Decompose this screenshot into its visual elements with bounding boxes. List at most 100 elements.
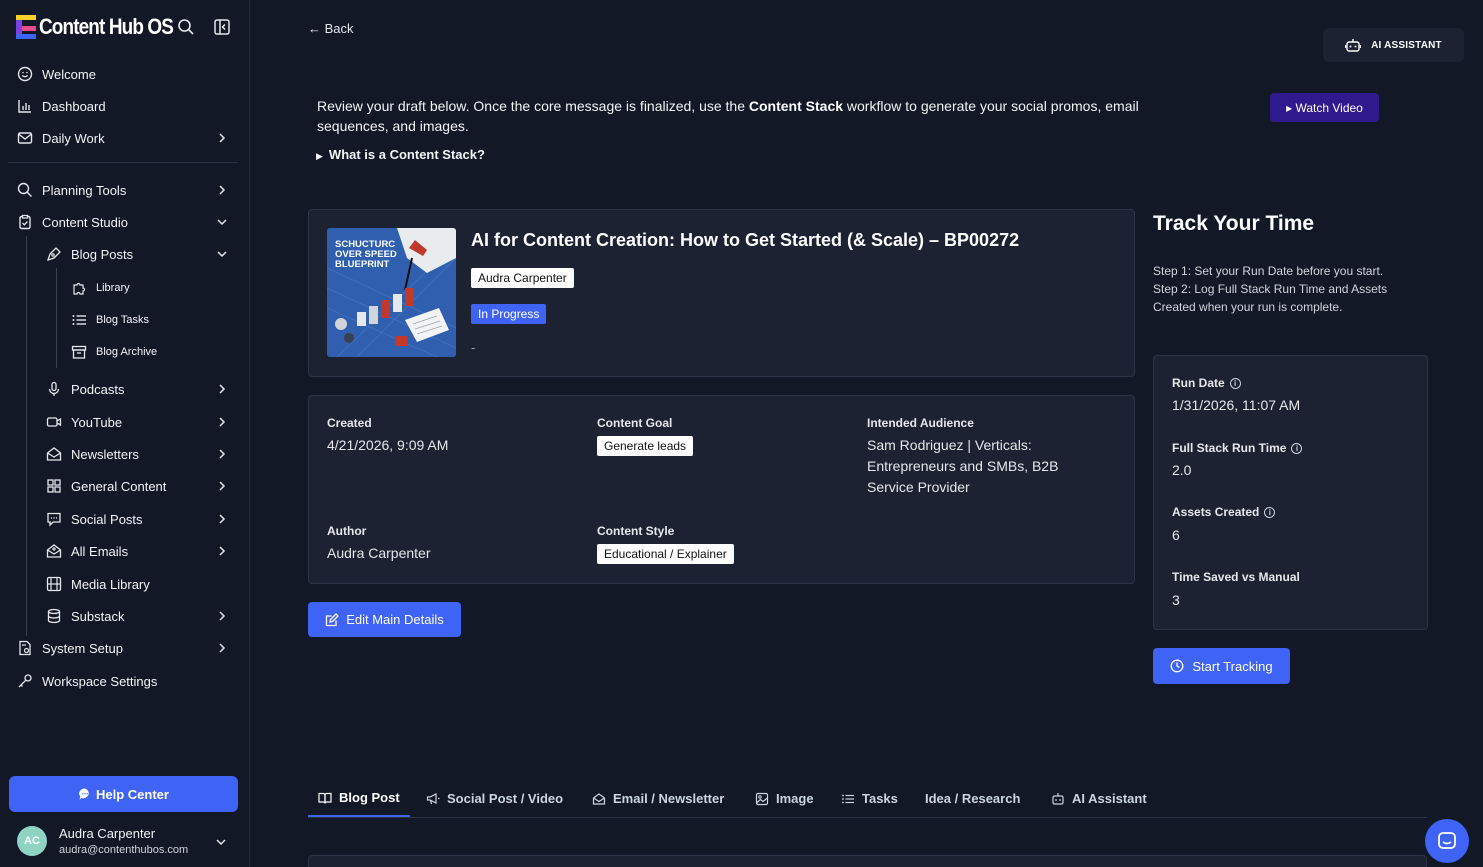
sidebar-item-label: Planning Tools xyxy=(42,182,127,198)
sidebar-item-label: System Setup xyxy=(42,640,123,656)
sidebar-item-substack[interactable]: Substack xyxy=(45,604,234,628)
sidebar-item-podcasts[interactable]: Podcasts xyxy=(45,377,234,401)
content-goal-label: Content Goal xyxy=(597,416,673,430)
intro-text-bold: Content Stack xyxy=(748,98,844,114)
envelope-open-icon xyxy=(45,445,63,463)
sidebar-item-label: General Content xyxy=(71,478,167,494)
sidebar-item-daily-work[interactable]: Daily Work xyxy=(16,126,234,150)
ai-assistant-button[interactable]: AI ASSISTANT xyxy=(1323,28,1464,62)
book-icon xyxy=(318,791,332,805)
video-icon xyxy=(45,413,63,431)
start-tracking-button[interactable]: Start Tracking xyxy=(1153,648,1290,684)
film-icon xyxy=(45,575,63,593)
puzzle-icon xyxy=(70,279,88,297)
sidebar-item-label: Welcome xyxy=(42,66,96,82)
sidebar-item-label: Media Library xyxy=(71,576,150,592)
run-time-label-text: Full Stack Run Time xyxy=(1172,441,1287,455)
chevron-right-icon xyxy=(216,184,228,196)
disclosure-label: What is a Content Stack? xyxy=(328,147,485,162)
sidebar-item-blog-archive[interactable]: Blog Archive xyxy=(70,340,157,364)
sidebar-item-newsletters[interactable]: Newsletters xyxy=(45,442,234,466)
logo-mark-icon xyxy=(16,15,36,39)
assets-created-value: 6 xyxy=(1172,527,1180,543)
track-step-2: Step 2: Log Full Stack Run Time and Asse… xyxy=(1153,282,1388,314)
sidebar-item-media-library[interactable]: Media Library xyxy=(45,572,150,596)
main-details-card: Created 4/21/2026, 9:09 AM Content Goal … xyxy=(308,395,1135,584)
sidebar-item-label: Social Posts xyxy=(71,511,143,527)
watch-video-button[interactable]: ▸ Watch Video xyxy=(1270,93,1379,122)
sidebar-item-label: Blog Archive xyxy=(96,346,158,358)
run-time-value: 2.0 xyxy=(1172,462,1192,478)
sidebar-item-workspace-settings[interactable]: Workspace Settings xyxy=(16,669,157,693)
sidebar-item-label: Content Studio xyxy=(42,214,129,230)
chevron-right-icon xyxy=(216,513,228,525)
info-icon[interactable]: i xyxy=(1264,506,1276,518)
edit-main-details-button[interactable]: Edit Main Details xyxy=(308,602,461,637)
collapse-sidebar-icon[interactable] xyxy=(213,18,231,36)
track-time-title: Track Your Time xyxy=(1153,212,1315,235)
author-value: Audra Carpenter xyxy=(327,545,431,561)
tab-label: Tasks xyxy=(862,791,898,806)
tab-label: Email / Newsletter xyxy=(613,791,725,806)
sidebar-item-all-emails[interactable]: All Emails xyxy=(45,539,234,563)
smile-icon xyxy=(16,65,34,83)
sidebar-item-general-content[interactable]: General Content xyxy=(45,474,234,498)
tab-ai-assistant[interactable]: AI Assistant xyxy=(1051,780,1147,817)
chevron-right-icon xyxy=(216,448,228,460)
sidebar-item-social-posts[interactable]: Social Posts xyxy=(45,507,234,531)
triangle-right-icon: ▶ xyxy=(316,151,323,161)
sidebar-item-planning-tools[interactable]: Planning Tools xyxy=(16,178,234,202)
track-time-card: Run Date i 1/31/2026, 11:07 AM Full Stack… xyxy=(1153,355,1428,630)
sidebar-item-library[interactable]: Library xyxy=(70,276,130,300)
content-goal-chip: Generate leads xyxy=(597,436,694,456)
info-icon[interactable]: i xyxy=(1291,442,1303,454)
info-icon[interactable]: i xyxy=(1229,377,1241,389)
track-time-steps: Step 1: Set your Run Date before you sta… xyxy=(1153,262,1423,316)
sidebar-item-dashboard[interactable]: Dashboard xyxy=(16,94,106,118)
chevron-right-icon xyxy=(216,480,228,492)
back-link[interactable]: ← Back xyxy=(308,21,354,36)
sidebar-item-label: Podcasts xyxy=(71,381,125,397)
user-menu[interactable]: AC Audra Carpenter audra@contenthubos.co… xyxy=(17,826,237,856)
help-center-button[interactable]: Help Center xyxy=(9,776,238,812)
chat-launcher-button[interactable] xyxy=(1425,819,1469,863)
tab-social-post-video[interactable]: Social Post / Video xyxy=(426,780,563,817)
search-icon[interactable] xyxy=(177,18,195,36)
sidebar-item-welcome[interactable]: Welcome xyxy=(16,62,96,86)
content-stack-disclosure[interactable]: ▶ What is a Content Stack? xyxy=(316,147,485,162)
bar-chart-icon xyxy=(16,97,34,115)
tab-email-newsletter[interactable]: Email / Newsletter xyxy=(592,780,724,817)
tab-blog-post[interactable]: Blog Post xyxy=(308,780,410,817)
image-icon xyxy=(755,792,769,806)
status-badge: In Progress xyxy=(471,304,547,324)
megaphone-icon xyxy=(426,792,440,806)
file-settings-icon xyxy=(16,639,34,657)
user-email: audra@contenthubos.com xyxy=(59,844,189,856)
list-icon xyxy=(841,792,855,806)
clock-icon xyxy=(1170,659,1184,673)
post-header-card: SCHUCTURC OVER SPEED BLUEPRINT AI for Co… xyxy=(308,209,1135,377)
sidebar-item-system-setup[interactable]: System Setup xyxy=(16,636,234,660)
tab-tasks[interactable]: Tasks xyxy=(841,780,898,817)
run-date-label-text: Run Date xyxy=(1172,376,1225,390)
chevron-right-icon xyxy=(216,416,228,428)
sidebar-item-content-studio[interactable]: Content Studio xyxy=(16,210,234,234)
user-name: Audra Carpenter xyxy=(59,826,156,841)
sidebar-item-label: Newsletters xyxy=(71,446,139,462)
time-saved-value: 3 xyxy=(1172,592,1180,608)
time-saved-label-text: Time Saved vs Manual xyxy=(1172,570,1300,584)
run-date-value: 1/31/2026, 11:07 AM xyxy=(1172,397,1301,413)
sidebar-item-youtube[interactable]: YouTube xyxy=(45,410,234,434)
chevron-right-icon xyxy=(216,383,228,395)
app-logo[interactable]: Content Hub OS xyxy=(16,14,195,40)
post-title: AI for Content Creation: How to Get Star… xyxy=(471,230,1020,250)
tab-image[interactable]: Image xyxy=(755,780,814,817)
tab-idea-research[interactable]: Idea / Research xyxy=(925,780,1020,817)
grid-icon xyxy=(45,477,63,495)
sidebar-item-blog-posts[interactable]: Blog Posts xyxy=(45,242,234,266)
sidebar-item-blog-tasks[interactable]: Blog Tasks xyxy=(70,308,149,332)
post-thumbnail[interactable]: SCHUCTURC OVER SPEED BLUEPRINT xyxy=(327,228,456,357)
edit-main-details-label: Edit Main Details xyxy=(346,612,444,627)
chevron-down-icon xyxy=(215,836,227,848)
run-time-label: Full Stack Run Time i xyxy=(1172,441,1303,455)
